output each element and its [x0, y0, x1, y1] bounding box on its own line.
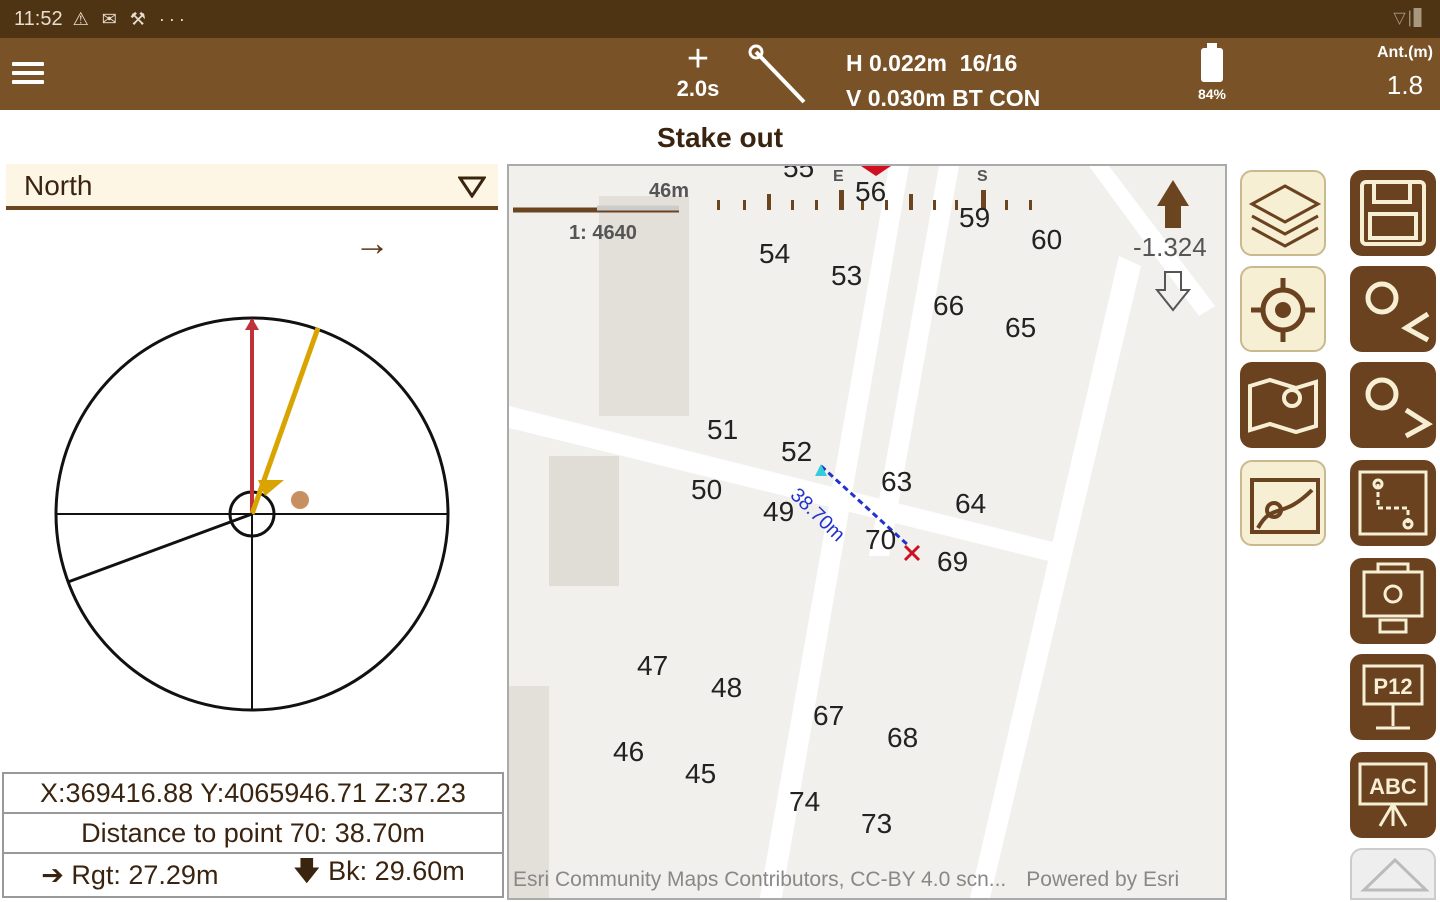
- point-64[interactable]: 64: [955, 488, 986, 520]
- home-icon: [1360, 857, 1430, 892]
- point-45[interactable]: 45: [685, 758, 716, 790]
- pole-icon[interactable]: [746, 44, 810, 106]
- point-53[interactable]: 53: [831, 260, 862, 292]
- orientation-select[interactable]: North: [6, 164, 498, 210]
- scale-distance: 46m: [649, 180, 690, 202]
- right-offset: ➔ Rgt: 27.29m: [41, 859, 219, 890]
- map-button[interactable]: [1240, 362, 1326, 448]
- precision-v: V 0.030m BT CON: [846, 85, 1041, 111]
- point-73[interactable]: 73: [861, 808, 892, 840]
- stakeout-plan-icon: [1358, 470, 1428, 536]
- point-59[interactable]: 59: [959, 202, 990, 234]
- save-icon: [1360, 180, 1426, 246]
- status-time: 11:52: [14, 7, 63, 30]
- point-52[interactable]: 52: [781, 436, 812, 468]
- menu-icon[interactable]: [12, 62, 44, 84]
- page-title: Stake out: [656, 122, 784, 153]
- scale-ratio: 1: 4640: [569, 222, 637, 244]
- point-70[interactable]: 70: [865, 524, 896, 556]
- stakeout-info: X:369416.88 Y:4065946.71 Z:37.23 Distanc…: [2, 772, 504, 898]
- point-74[interactable]: 74: [789, 786, 820, 818]
- record-interval-button[interactable]: + 2.0s: [666, 38, 730, 102]
- p12-button[interactable]: P12: [1350, 654, 1436, 740]
- point-55[interactable]: 55: [783, 166, 814, 184]
- layers-button[interactable]: [1240, 170, 1326, 256]
- point-63[interactable]: 63: [881, 466, 912, 498]
- compass: [54, 316, 450, 712]
- point-69[interactable]: 69: [937, 546, 968, 578]
- orientation-value: North: [24, 170, 93, 201]
- battery-level: 84%: [1197, 86, 1227, 102]
- battery-icon: [1201, 43, 1223, 82]
- signal-icon: ▽∣▋: [1393, 10, 1426, 27]
- status-bar: 11:52 ⚠ ✉ ⚒ ··· ▽∣▋: [0, 0, 1440, 38]
- point-51[interactable]: 51: [707, 414, 738, 446]
- point-46[interactable]: 46: [613, 736, 644, 768]
- abc-label-icon: ABC: [1358, 762, 1428, 827]
- locate-icon: [1251, 278, 1315, 342]
- map-pin-icon: [1250, 478, 1320, 534]
- point-50[interactable]: 50: [691, 474, 722, 506]
- point-65[interactable]: 65: [1005, 312, 1036, 344]
- map-attribution: Esri Community Maps Contributors, CC-BY …: [513, 868, 1180, 891]
- interval-value: 2.0s: [676, 76, 720, 101]
- abc-label-button[interactable]: ABC: [1350, 752, 1436, 838]
- compass-e: E: [833, 168, 844, 185]
- antenna-height-value: 1.8: [1386, 70, 1424, 100]
- antenna-height-label: Ant.(m): [1377, 44, 1433, 61]
- point-54[interactable]: 54: [759, 238, 790, 270]
- layers-icon: [1248, 184, 1322, 248]
- save-button[interactable]: [1350, 170, 1436, 256]
- map-view[interactable]: 46m 1: 4640 E S -1.324 38.70m 56 59 60 5…: [507, 164, 1227, 900]
- back-offset: 🡇 Bk: 29.60m: [292, 856, 465, 886]
- direction-arrow-icon: →: [354, 222, 390, 263]
- total-station-icon: [1362, 562, 1424, 634]
- home-button[interactable]: [1350, 848, 1436, 900]
- distance-to-point: Distance to point 70: 38.70m: [4, 814, 502, 854]
- p12-icon: P12: [1362, 664, 1424, 730]
- previous-point-button[interactable]: [1350, 266, 1436, 352]
- next-point-icon: [1365, 377, 1433, 439]
- svg-text:ABC: ABC: [1369, 774, 1417, 799]
- point-56[interactable]: 56: [855, 176, 886, 208]
- point-68[interactable]: 68: [887, 722, 918, 754]
- antenna-height[interactable]: Ant.(m) 1.8: [1370, 44, 1440, 101]
- map-icon: [1248, 377, 1318, 435]
- point-67[interactable]: 67: [813, 700, 844, 732]
- locate-button[interactable]: [1240, 266, 1326, 352]
- map-pin-button[interactable]: [1240, 460, 1326, 546]
- total-station-button[interactable]: [1350, 558, 1436, 644]
- previous-point-icon: [1365, 281, 1430, 343]
- stakeout-plan-button[interactable]: [1350, 460, 1436, 546]
- point-48[interactable]: 48: [711, 672, 742, 704]
- status-icons: ⚠ ✉ ⚒ ···: [72, 8, 189, 29]
- current-coordinates: X:369416.88 Y:4065946.71 Z:37.23: [4, 774, 502, 814]
- point-47[interactable]: 47: [637, 650, 668, 682]
- plus-icon: +: [686, 38, 710, 80]
- point-66[interactable]: 66: [933, 290, 964, 322]
- elevation-difference: -1.324: [1133, 232, 1207, 262]
- precision-h: H 0.022m 16/16: [846, 50, 1018, 76]
- top-toolbar: + 2.0s H 0.022m 16/16 V 0.030m BT CON 84%…: [0, 38, 1440, 111]
- point-60[interactable]: 60: [1031, 224, 1062, 256]
- next-point-button[interactable]: [1350, 362, 1436, 448]
- point-49[interactable]: 49: [763, 496, 794, 528]
- gnss-precision[interactable]: H 0.022m 16/16 V 0.030m BT CON: [846, 46, 1040, 116]
- svg-text:P12: P12: [1373, 674, 1412, 699]
- compass-s: S: [977, 168, 988, 185]
- battery-indicator: 84%: [1190, 43, 1234, 102]
- dropdown-triangle-icon: [458, 176, 486, 198]
